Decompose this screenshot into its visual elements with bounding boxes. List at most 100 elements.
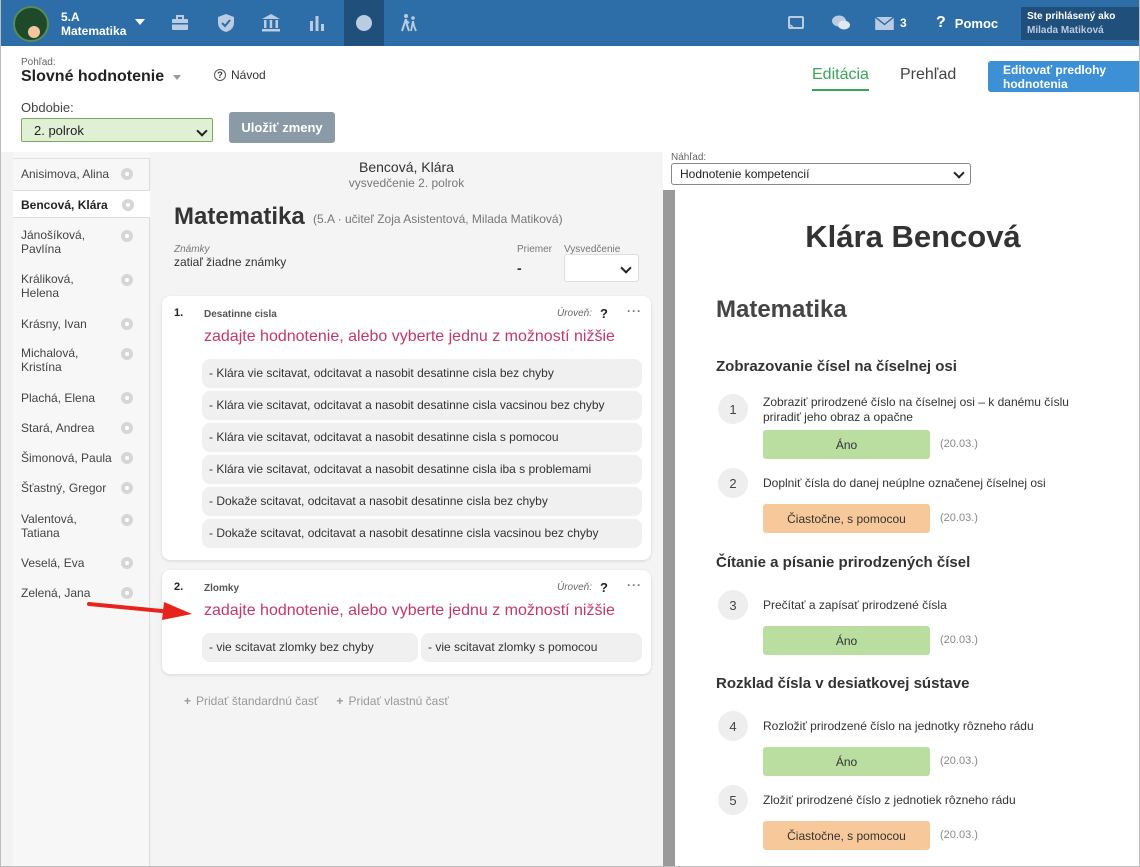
student-name: Bencová, Klára [21,198,108,212]
chevron-down-icon[interactable] [173,75,181,80]
level-select[interactable]: ? [600,306,608,321]
more-options-icon[interactable]: ··· [627,578,642,592]
certificate-grade-select[interactable] [564,254,639,282]
briefcase-icon[interactable] [160,0,200,46]
plus-icon: + [184,694,192,708]
option-chip[interactable]: - vie scitavat zlomky s pomocou [421,633,642,662]
student-item[interactable]: Šťastný, Gregor [13,481,149,495]
competency-number: 1 [718,394,748,424]
competency-text: Rozložiť prirodzené číslo na jednotky rô… [763,719,1034,733]
cast-screen-icon[interactable] [776,0,816,46]
student-name: Plachá, Elena [21,391,96,405]
edit-templates-button[interactable]: Editovať predlohy hodnotenia [988,61,1139,92]
section-title: Desatinne cisla [204,309,277,320]
evaluation-section-card: 2. Zlomky Úroveň: ? ··· zadajte hodnoten… [162,570,651,674]
preview-label: Náhľad: [671,152,707,163]
student-item[interactable]: Michalová, Kristína [13,346,149,374]
tab-overview[interactable]: Prehľad [900,66,956,84]
option-chip[interactable]: - Klára vie scitavat, odcitavat a nasobi… [202,423,642,452]
student-name: Valentová, Tatiana [21,512,77,540]
competency-number: 2 [718,468,748,498]
rating-badge: Áno [763,626,930,655]
student-item[interactable]: Šimonová, Paula [13,451,149,465]
shield-check-icon[interactable] [206,0,246,46]
option-chip[interactable]: - Dokaže scitavat, odcitavat a nasobit d… [202,519,642,548]
student-item[interactable]: Králiková, Helena [13,272,149,300]
add-standard-part-link[interactable]: + Pridať štandardnú časť [184,694,318,708]
app-window: 5.A Matematika 3 ? Pomoc Ste prihlásený … [0,0,1140,867]
option-chip[interactable]: - vie scitavat zlomky bez chyby [202,633,418,662]
average-label: Priemer [517,244,553,255]
period-select[interactable]: 2. polrok [21,118,213,142]
evaluation-input[interactable]: zadajte hodnotenie, alebo vyberte jednu … [204,602,615,620]
class-name: 5.A [61,10,80,24]
grades-text: zatiaľ žiadne známky [174,255,287,269]
competency-text: Prečítať a zapísať prirodzené čísla [763,598,947,612]
competency-section-title: Zobrazovanie čísel na číselnej osi [716,358,957,375]
view-selector[interactable]: Slovné hodnotenie [21,68,164,86]
user-name: Milada Matiková [1027,25,1104,36]
user-menu[interactable]: Ste prihlásený ako Milada Matiková [1021,7,1139,40]
messages-button[interactable]: 3 [875,0,907,46]
student-item[interactable]: Krásny, Ivan [13,317,149,331]
guide-label: Návod [231,68,266,82]
status-dot-icon [121,557,133,569]
student-name: Anisimova, Alina [21,167,110,181]
rating-date: (20.03.) [940,634,978,646]
top-navbar: 5.A Matematika 3 ? Pomoc Ste prihlásený … [1,0,1139,46]
evaluation-input[interactable]: zadajte hodnotenie, alebo vyberte jednu … [204,328,615,346]
option-chip[interactable]: - Klára vie scitavat, odcitavat a nasobi… [202,359,642,388]
student-item[interactable]: Stará, Andrea [13,421,149,435]
tab-edit[interactable]: Editácia [812,66,869,91]
competency-number: 5 [718,785,748,815]
more-options-icon[interactable]: ··· [627,304,642,318]
add-custom-part-link[interactable]: + Pridať vlastnú časť [336,694,448,708]
status-dot-icon [121,392,133,404]
student-name: Krásny, Ivan [21,317,87,331]
save-button[interactable]: Uložiť zmeny [229,112,335,143]
class-switcher[interactable]: 5.A Matematika [61,10,126,38]
grades-label: Známky [174,244,210,255]
student-item[interactable]: Veselá, Eva [13,556,149,570]
rating-badge: Čiastočne, s pomocou [763,821,930,850]
preview-scroll-gutter [663,190,675,866]
school-logo-avatar[interactable] [13,6,49,42]
rating-date: (20.03.) [940,755,978,767]
competency-section-title: Rozklad čísla v desiatkovej sústave [716,675,970,692]
help-button[interactable]: ? Pomoc [936,0,998,46]
option-chip[interactable]: - Klára vie scitavat, odcitavat a nasobi… [202,455,642,484]
student-name: Zelená, Jana [21,586,91,600]
add-section-links: + Pridať štandardnú časť + Pridať vlastnú … [184,694,449,708]
help-label: Pomoc [954,15,999,31]
student-item[interactable]: Jánošíková, Pavlína [13,228,149,256]
student-name: Šimonová, Paula [21,451,112,465]
plus-icon: + [336,694,344,708]
section-title: Zlomky [204,583,240,594]
chat-bubbles-icon[interactable] [821,0,861,46]
annotation-arrow-icon [87,602,192,620]
institution-icon[interactable] [251,0,291,46]
student-item-selected[interactable]: Bencová, Klára [13,190,150,218]
status-dot-icon [121,348,133,360]
status-dot-icon [121,514,133,526]
student-heading: Bencová, Klára [359,159,454,175]
student-item[interactable]: Plachá, Elena [13,391,149,405]
left-gutter [1,152,13,866]
compass-icon[interactable] [344,0,384,46]
competency-section-title: Čítanie a písanie prirodzených čísel [716,554,971,571]
student-item[interactable]: Anisimova, Alina [13,167,149,181]
walking-people-icon[interactable] [389,0,429,46]
option-chip[interactable]: - Klára vie scitavat, odcitavat a nasobi… [202,391,642,420]
bar-chart-icon[interactable] [297,0,337,46]
rating-badge: Áno [763,747,930,776]
student-name: Šťastný, Gregor [21,481,107,495]
option-chip[interactable]: - Dokaže scitavat, odcitavat a nasobit d… [202,487,642,516]
level-select[interactable]: ? [600,580,608,595]
student-item[interactable]: Valentová, Tatiana [13,512,149,540]
rating-badge: Áno [763,430,930,459]
student-list: Anisimova, Alina Bencová, Klára Jánošíko… [13,158,150,866]
preview-select[interactable]: Hodnotenie kompetencií [671,163,971,185]
guide-link[interactable]: ? Návod [214,68,266,82]
student-name: Michalová, Kristína [21,346,79,374]
chevron-down-icon[interactable] [135,19,145,25]
